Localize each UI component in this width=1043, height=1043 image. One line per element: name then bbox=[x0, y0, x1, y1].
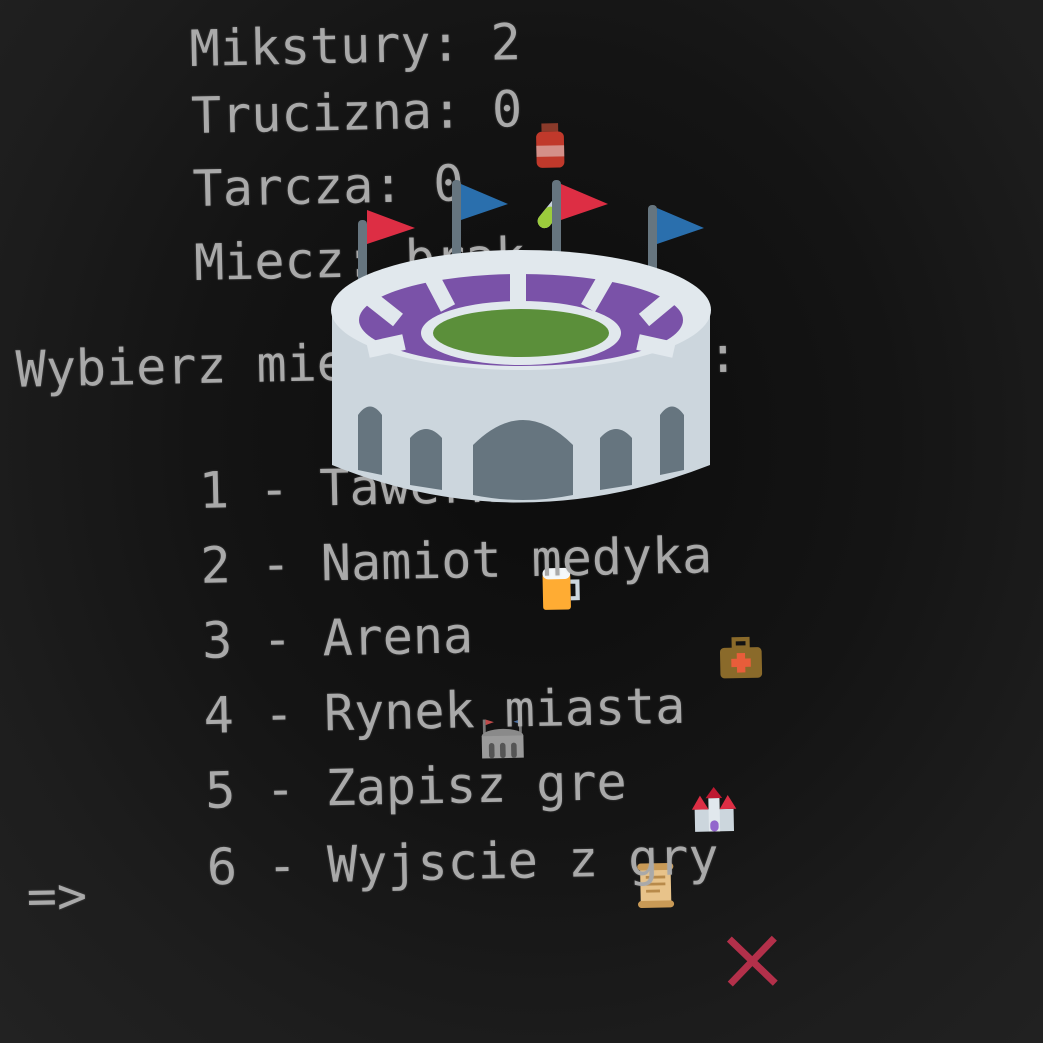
terminal-screen: Mikstury: 2 Trucizna: 0 Tarcza: 0 Miecz:… bbox=[0, 0, 1043, 1043]
menu-item-6: 6 - Wyjscie z gry bbox=[25, 779, 783, 987]
stadium-icon bbox=[318, 170, 718, 530]
menu-item-text: 6 - Wyjscie z gry bbox=[206, 827, 720, 897]
test-tube-icon bbox=[524, 87, 575, 228]
cross-mark-icon bbox=[720, 829, 781, 987]
medical-box-icon bbox=[714, 533, 765, 678]
input-prompt[interactable]: => bbox=[26, 866, 87, 925]
castle-icon bbox=[687, 683, 738, 832]
